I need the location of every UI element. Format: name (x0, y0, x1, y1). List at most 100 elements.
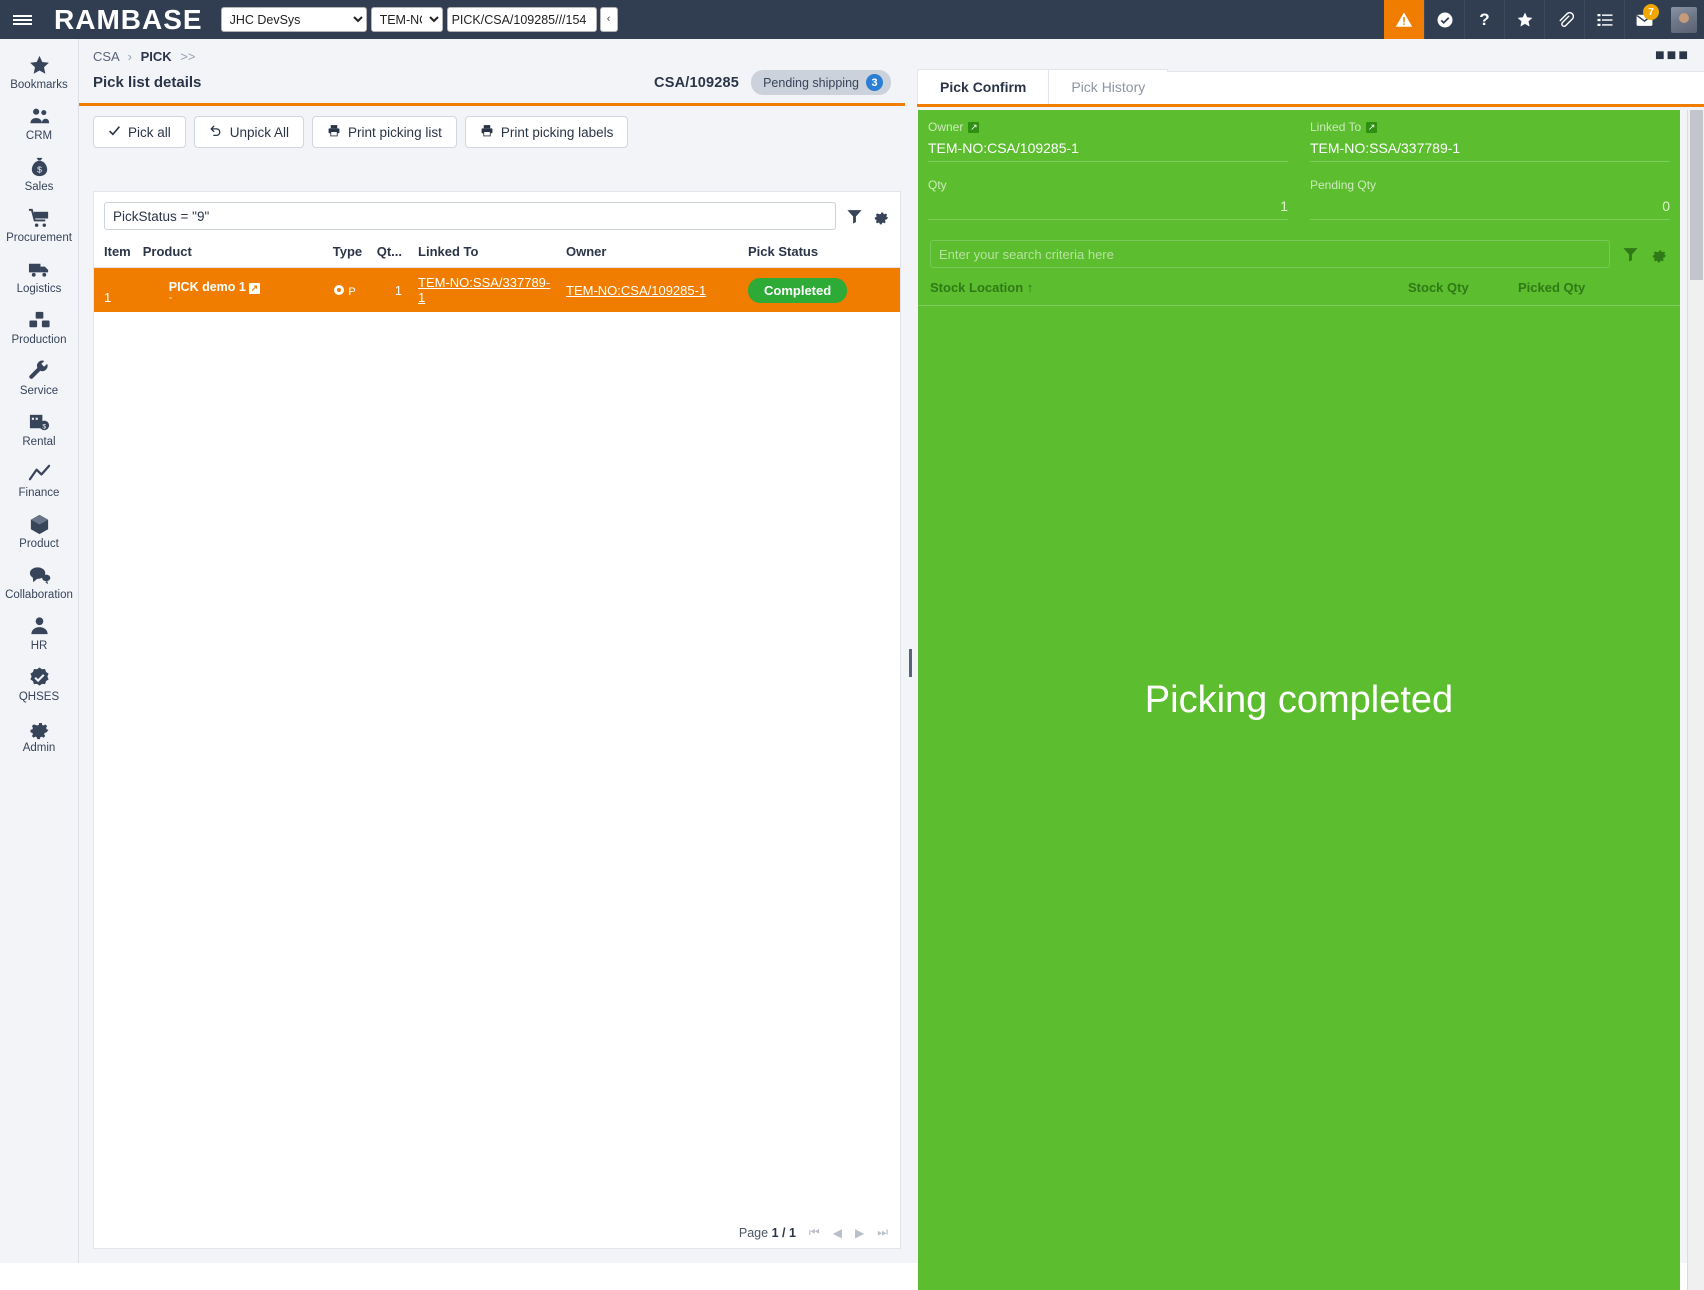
sidebar-item-finance[interactable]: Finance (0, 455, 79, 506)
system-select[interactable]: JHC DevSys (221, 7, 367, 32)
approval-icon[interactable] (1424, 0, 1464, 39)
owner-label-row: Owner ↗ (928, 120, 1288, 134)
help-glyph: ? (1479, 10, 1489, 30)
sidebar-item-collaboration[interactable]: Collaboration (0, 557, 79, 608)
last-page-icon[interactable]: ⏭ (877, 1225, 888, 1240)
location-select[interactable]: TEM-NO (371, 7, 443, 32)
print-picking-labels-button[interactable]: Print picking labels (465, 116, 629, 148)
sidebar-item-admin[interactable]: Admin (0, 710, 79, 761)
col-linked-to[interactable]: Linked To (408, 236, 560, 268)
shopping-cart-icon (0, 206, 79, 230)
col-type[interactable]: Type (327, 236, 371, 268)
sidebar-item-service[interactable]: Service (0, 353, 79, 404)
table-header-row: Item Product Type Qt... Linked To Owner … (94, 236, 900, 268)
breadcrumb-current[interactable]: PICK (141, 49, 172, 64)
print-picking-list-button[interactable]: Print picking list (312, 116, 457, 148)
favorites-icon[interactable] (1504, 0, 1544, 39)
pick-list-table: Item Product Type Qt... Linked To Owner … (94, 236, 900, 312)
sidebar-item-bookmarks[interactable]: Bookmarks (0, 47, 79, 98)
pick-list-card: Item Product Type Qt... Linked To Owner … (93, 191, 901, 1249)
alert-icon[interactable] (1384, 0, 1424, 39)
next-page-icon[interactable]: ▶ (855, 1226, 864, 1240)
panel-splitter[interactable] (905, 39, 917, 1263)
sidebar-item-logistics[interactable]: Logistics (0, 251, 79, 302)
linked-to-value[interactable]: TEM-NO:SSA/337789-1 (1310, 134, 1670, 162)
attachment-icon[interactable] (1544, 0, 1584, 39)
status-badge[interactable]: Pending shipping 3 (751, 70, 891, 95)
path-input[interactable] (447, 7, 597, 32)
unpick-all-button[interactable]: Unpick All (194, 116, 304, 148)
owner-link[interactable]: TEM-NO:CSA/109285-1 (566, 283, 706, 298)
breadcrumb-root[interactable]: CSA (93, 49, 119, 64)
external-link-icon[interactable]: ↗ (249, 283, 260, 294)
help-icon[interactable]: ? (1464, 0, 1504, 39)
search-input[interactable] (104, 202, 836, 230)
first-page-icon[interactable]: ⏮ (809, 1225, 820, 1240)
col-qty[interactable]: Qt... (371, 236, 408, 268)
col-owner[interactable]: Owner (560, 236, 742, 268)
right-scrollbar[interactable] (1687, 110, 1704, 1290)
stock-search-input[interactable] (930, 240, 1610, 268)
pick-all-button[interactable]: Pick all (93, 116, 186, 148)
stock-table-header: Stock Location ↑ Stock Qty Picked Qty (918, 268, 1680, 306)
qty-value[interactable]: 1 (928, 192, 1288, 220)
table-row[interactable]: 1 PICK demo 1↗ - P 1 TEM-NO:SSA/337789-1 (94, 268, 900, 313)
document-id: CSA/109285 (654, 75, 739, 91)
hamburger-icon[interactable] (0, 0, 44, 39)
tab-pick-confirm[interactable]: Pick Confirm (917, 69, 1049, 104)
sidebar-item-product[interactable]: Product (0, 506, 79, 557)
sidebar-item-procurement[interactable]: Procurement (0, 200, 79, 251)
col-product[interactable]: Product (137, 236, 327, 268)
col-stock-location[interactable]: Stock Location ↑ (930, 280, 1408, 295)
sidebar-item-label: CRM (0, 130, 79, 142)
cell-pick-status: Completed (742, 268, 900, 313)
top-bar-actions: ? 7 (1384, 0, 1704, 39)
pending-qty-label: Pending Qty (1310, 178, 1376, 192)
scrollbar-thumb[interactable] (1690, 110, 1703, 280)
unpick-all-label: Unpick All (230, 125, 289, 140)
tasks-icon[interactable] (1584, 0, 1624, 39)
avatar[interactable] (1664, 0, 1704, 39)
filter-icon[interactable] (846, 208, 863, 225)
line-chart-icon (0, 461, 79, 485)
cell-product: PICK demo 1↗ - (137, 268, 327, 313)
col-stock-qty[interactable]: Stock Qty (1408, 280, 1518, 295)
pending-qty-value[interactable]: 0 (1310, 192, 1670, 220)
sidebar-item-sales[interactable]: $ Sales (0, 149, 79, 200)
sidebar-item-label: Service (0, 385, 79, 397)
owner-field: Owner ↗ TEM-NO:CSA/109285-1 (928, 120, 1288, 162)
sidebar-item-hr[interactable]: HR (0, 608, 79, 659)
qty-field: Qty 1 (928, 178, 1288, 220)
cell-qty: 1 (371, 268, 408, 313)
messages-icon[interactable]: 7 (1624, 0, 1664, 39)
breadcrumb-suffix: >> (180, 49, 195, 64)
prev-page-icon[interactable]: ◀ (833, 1226, 842, 1240)
sidebar-item-rental[interactable]: $ Rental (0, 404, 79, 455)
external-link-icon[interactable]: ↗ (1366, 122, 1377, 133)
sidebar-item-crm[interactable]: CRM (0, 98, 79, 149)
col-pick-status[interactable]: Pick Status (742, 236, 900, 268)
type-icon (333, 283, 349, 298)
more-options-icon[interactable]: ■■■ (1655, 49, 1690, 63)
path-back-button[interactable]: ‹ (600, 7, 618, 32)
sidebar-item-label: Procurement (0, 232, 79, 244)
splitter-grip[interactable] (909, 649, 912, 677)
gear-icon[interactable] (873, 208, 890, 225)
linked-to-link[interactable]: TEM-NO:SSA/337789-1 (418, 275, 550, 305)
printer-icon (480, 124, 494, 140)
external-link-icon[interactable]: ↗ (968, 122, 979, 133)
person-icon (0, 614, 79, 638)
sidebar-item-qhses[interactable]: QHSES (0, 659, 79, 710)
owner-value[interactable]: TEM-NO:CSA/109285-1 (928, 134, 1288, 162)
col-item[interactable]: Item (94, 236, 137, 268)
sidebar-item-production[interactable]: Production (0, 302, 79, 353)
pick-list-panel: CSA › PICK >> Pick list details CSA/1092… (79, 39, 905, 1263)
truck-icon (0, 257, 79, 281)
filter-icon[interactable] (1622, 246, 1639, 263)
tab-pick-history[interactable]: Pick History (1048, 69, 1168, 104)
sidebar-item-label: QHSES (0, 691, 79, 703)
col-picked-qty[interactable]: Picked Qty (1518, 280, 1668, 295)
gear-icon[interactable] (1651, 246, 1668, 263)
sidebar-item-label: Logistics (0, 283, 79, 295)
linked-to-label-row: Linked To ↗ (1310, 120, 1670, 134)
